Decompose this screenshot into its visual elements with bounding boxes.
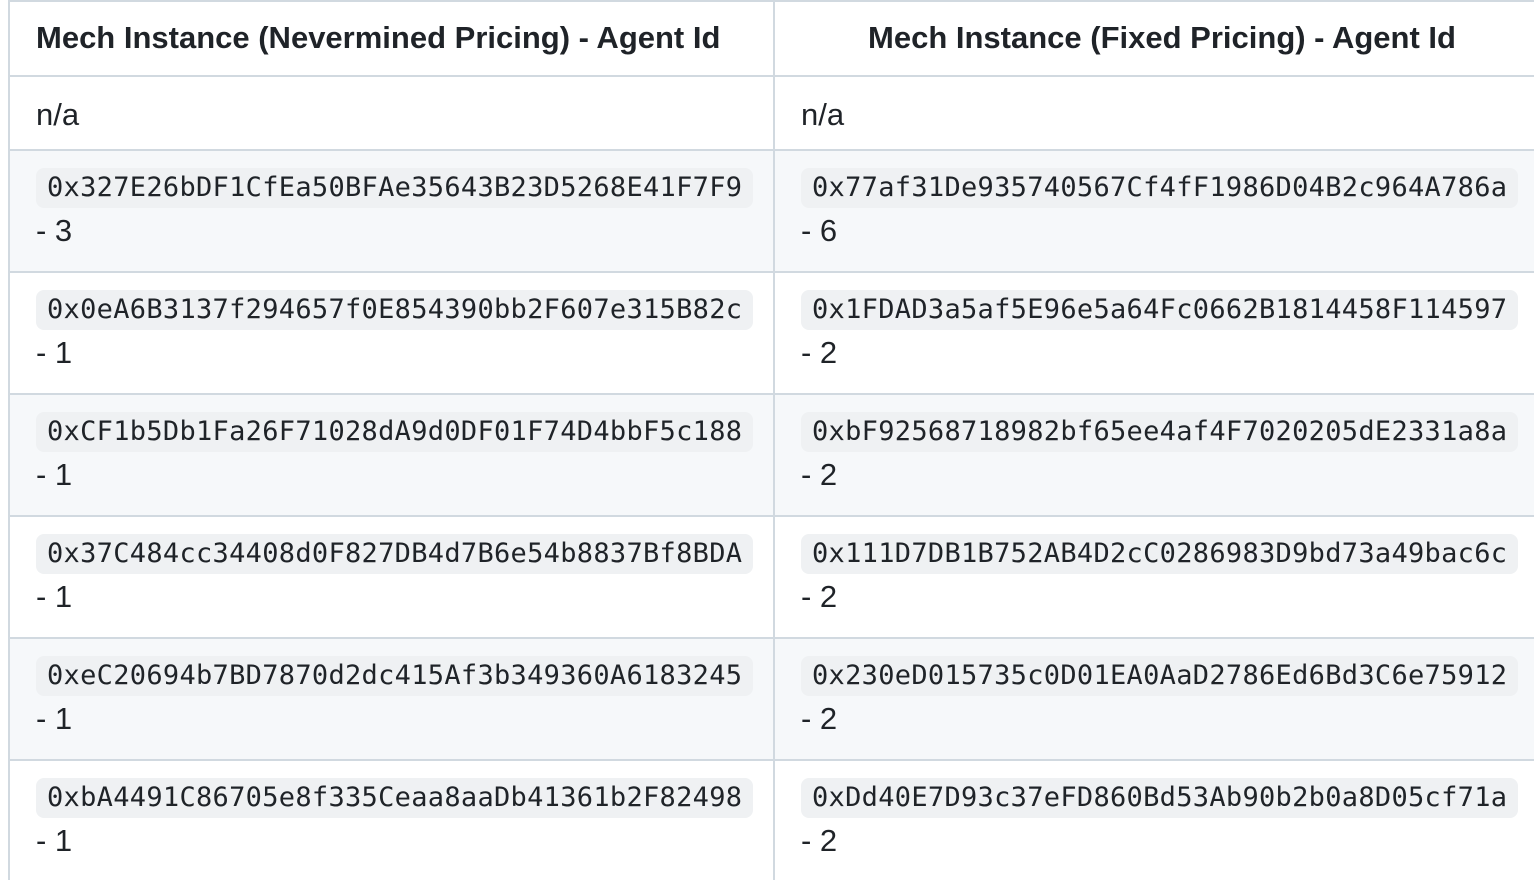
mech-instances-table-container: Mech Instance (Nevermined Pricing) - Age…: [8, 0, 1534, 880]
table-row: 0xCF1b5Db1Fa26F71028dA9d0DF01F74D4bbF5c1…: [10, 394, 1534, 517]
agent-id: - 1: [36, 457, 73, 492]
mech-address: 0xeC20694b7BD7870d2dc415Af3b349360A61832…: [36, 656, 754, 696]
mech-address: 0xbA4491C86705e8f335Ceaa8aaDb41361b2F824…: [36, 778, 754, 818]
fixed-cell: 0x230eD015735c0D01EA0AaD2786Ed6Bd3C6e759…: [774, 638, 1534, 761]
agent-id: - 2: [801, 579, 838, 614]
table-row: 0xeC20694b7BD7870d2dc415Af3b349360A61832…: [10, 638, 1534, 761]
agent-id: - 2: [801, 823, 838, 858]
agent-id: - 2: [801, 457, 838, 492]
table-row: 0x0eA6B3137f294657f0E854390bb2F607e315B8…: [10, 272, 1534, 395]
mech-address: 0xCF1b5Db1Fa26F71028dA9d0DF01F74D4bbF5c1…: [36, 412, 754, 452]
agent-id: - 1: [36, 823, 73, 858]
nevermined-cell: 0xeC20694b7BD7870d2dc415Af3b349360A61832…: [10, 638, 775, 761]
mech-address: 0xDd40E7D93c37eFD860Bd53Ab90b2b0a8D05cf7…: [801, 778, 1519, 818]
agent-id: - 2: [801, 701, 838, 736]
nevermined-cell: 0xCF1b5Db1Fa26F71028dA9d0DF01F74D4bbF5c1…: [10, 394, 775, 517]
nevermined-cell: 0xbA4491C86705e8f335Ceaa8aaDb41361b2F824…: [10, 760, 775, 880]
fixed-cell: 0x1FDAD3a5af5E96e5a64Fc0662B1814458F1145…: [774, 272, 1534, 395]
nevermined-cell: 0x0eA6B3137f294657f0E854390bb2F607e315B8…: [10, 272, 775, 395]
header-nevermined-pricing: Mech Instance (Nevermined Pricing) - Age…: [10, 2, 775, 77]
table-row: n/a n/a: [10, 76, 1534, 151]
agent-id: - 1: [36, 579, 73, 614]
agent-id: - 1: [36, 701, 73, 736]
agent-id: - 1: [36, 335, 73, 370]
agent-id: - 6: [801, 213, 838, 248]
fixed-cell: 0x77af31De935740567Cf4fF1986D04B2c964A78…: [774, 150, 1534, 273]
nevermined-cell: 0x37C484cc34408d0F827DB4d7B6e54b8837Bf8B…: [10, 516, 775, 639]
fixed-cell: n/a: [774, 76, 1534, 151]
mech-address: 0x230eD015735c0D01EA0AaD2786Ed6Bd3C6e759…: [801, 656, 1519, 696]
mech-address: 0x327E26bDF1CfEa50BFAe35643B23D5268E41F7…: [36, 168, 754, 208]
table-header-row: Mech Instance (Nevermined Pricing) - Age…: [10, 2, 1534, 77]
table-row: 0x327E26bDF1CfEa50BFAe35643B23D5268E41F7…: [10, 150, 1534, 273]
mech-instances-table: Mech Instance (Nevermined Pricing) - Age…: [10, 2, 1534, 880]
mech-address: 0xbF92568718982bf65ee4af4F7020205dE2331a…: [801, 412, 1519, 452]
nevermined-cell: 0x327E26bDF1CfEa50BFAe35643B23D5268E41F7…: [10, 150, 775, 273]
mech-address: 0x77af31De935740567Cf4fF1986D04B2c964A78…: [801, 168, 1519, 208]
not-available-text: n/a: [36, 97, 80, 132]
table-row: 0xbA4491C86705e8f335Ceaa8aaDb41361b2F824…: [10, 760, 1534, 880]
mech-address: 0x111D7DB1B752AB4D2cC0286983D9bd73a49bac…: [801, 534, 1519, 574]
agent-id: - 3: [36, 213, 73, 248]
fixed-cell: 0x111D7DB1B752AB4D2cC0286983D9bd73a49bac…: [774, 516, 1534, 639]
mech-address: 0x1FDAD3a5af5E96e5a64Fc0662B1814458F1145…: [801, 290, 1519, 330]
header-fixed-pricing: Mech Instance (Fixed Pricing) - Agent Id: [774, 2, 1534, 77]
fixed-cell: 0xbF92568718982bf65ee4af4F7020205dE2331a…: [774, 394, 1534, 517]
mech-address: 0x37C484cc34408d0F827DB4d7B6e54b8837Bf8B…: [36, 534, 754, 574]
fixed-cell: 0xDd40E7D93c37eFD860Bd53Ab90b2b0a8D05cf7…: [774, 760, 1534, 880]
not-available-text: n/a: [801, 97, 845, 132]
mech-address: 0x0eA6B3137f294657f0E854390bb2F607e315B8…: [36, 290, 754, 330]
agent-id: - 2: [801, 335, 838, 370]
table-row: 0x37C484cc34408d0F827DB4d7B6e54b8837Bf8B…: [10, 516, 1534, 639]
nevermined-cell: n/a: [10, 76, 775, 151]
